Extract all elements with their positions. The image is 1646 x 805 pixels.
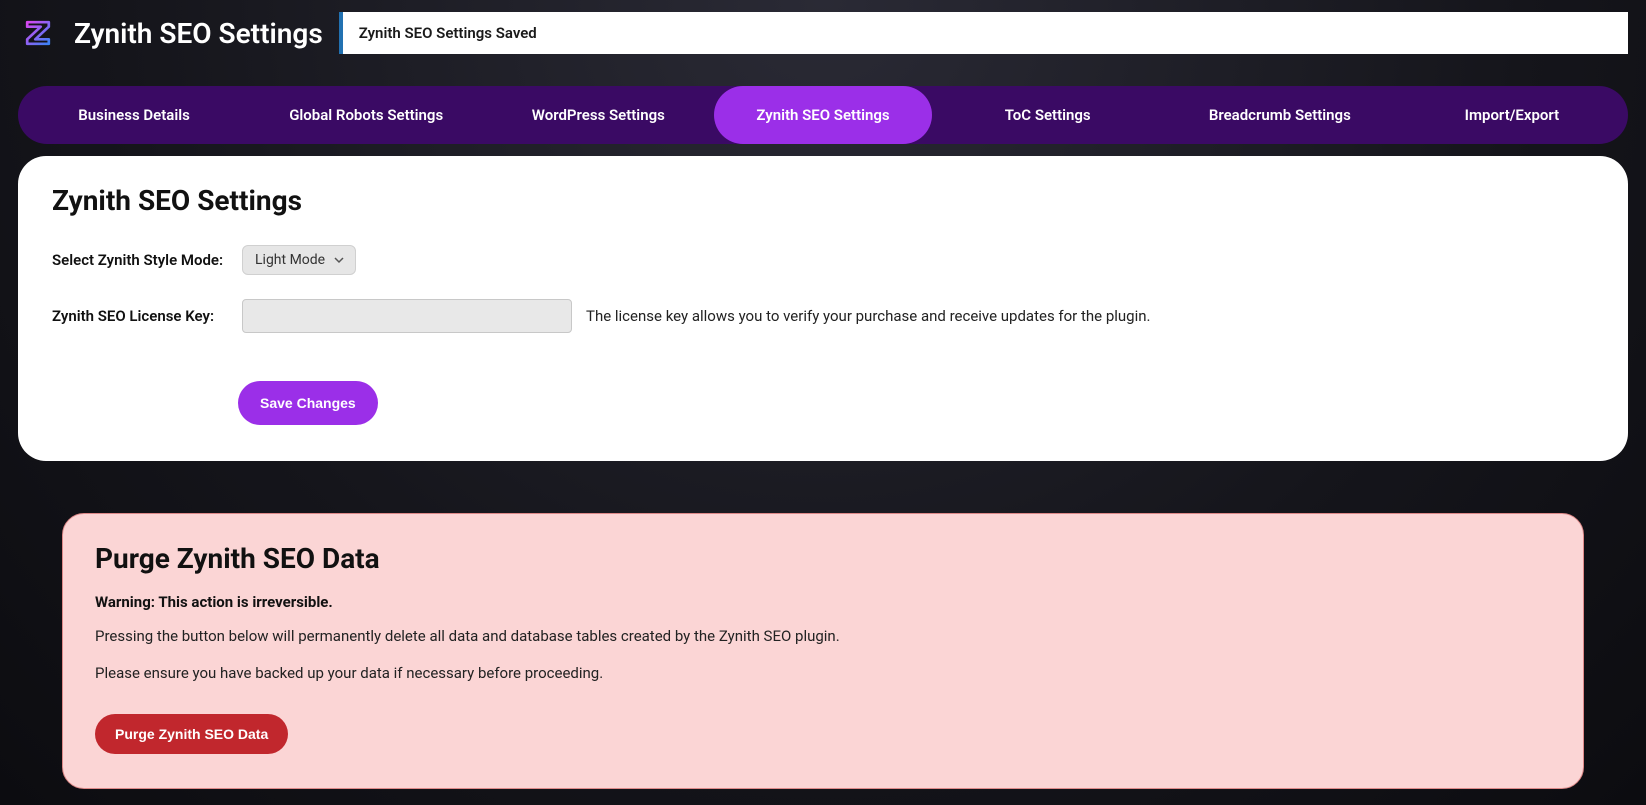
chevron-down-icon — [333, 254, 345, 266]
purge-text-2: Please ensure you have backed up your da… — [95, 662, 1551, 685]
license-key-help: The license key allows you to verify you… — [586, 307, 1150, 325]
tab-zynith-seo-settings[interactable]: Zynith SEO Settings — [714, 86, 931, 144]
purge-button[interactable]: Purge Zynith SEO Data — [95, 714, 288, 754]
tab-toc-settings[interactable]: ToC Settings — [932, 86, 1164, 144]
tab-global-robots[interactable]: Global Robots Settings — [250, 86, 482, 144]
header-bar: Zynith SEO Settings Zynith SEO Settings … — [0, 0, 1646, 66]
main-container: Zynith SEO Settings Zynith SEO Settings … — [0, 0, 1646, 805]
save-button[interactable]: Save Changes — [238, 381, 378, 425]
settings-card: Zynith SEO Settings Select Zynith Style … — [18, 156, 1628, 461]
logo-icon — [18, 13, 58, 53]
purge-text-1: Pressing the button below will permanent… — [95, 625, 1551, 648]
tab-breadcrumb-settings[interactable]: Breadcrumb Settings — [1164, 86, 1396, 144]
settings-title: Zynith SEO Settings — [52, 184, 1594, 217]
style-mode-label: Select Zynith Style Mode: — [52, 251, 242, 269]
style-mode-value: Light Mode — [255, 252, 325, 268]
notification-bar: Zynith SEO Settings Saved — [339, 12, 1628, 54]
purge-warning: Warning: This action is irreversible. — [95, 593, 1551, 611]
style-mode-row: Select Zynith Style Mode: Light Mode — [52, 245, 1594, 275]
purge-title: Purge Zynith SEO Data — [95, 542, 1551, 575]
license-key-label: Zynith SEO License Key: — [52, 307, 242, 325]
tab-wordpress-settings[interactable]: WordPress Settings — [482, 86, 714, 144]
tab-import-export[interactable]: Import/Export — [1396, 86, 1628, 144]
style-mode-select[interactable]: Light Mode — [242, 245, 356, 275]
license-key-row: Zynith SEO License Key: The license key … — [52, 299, 1594, 333]
purge-card: Purge Zynith SEO Data Warning: This acti… — [62, 513, 1584, 789]
page-title: Zynith SEO Settings — [74, 17, 323, 50]
tab-business-details[interactable]: Business Details — [18, 86, 250, 144]
license-key-input[interactable] — [242, 299, 572, 333]
tabs-container: Business Details Global Robots Settings … — [18, 86, 1628, 144]
